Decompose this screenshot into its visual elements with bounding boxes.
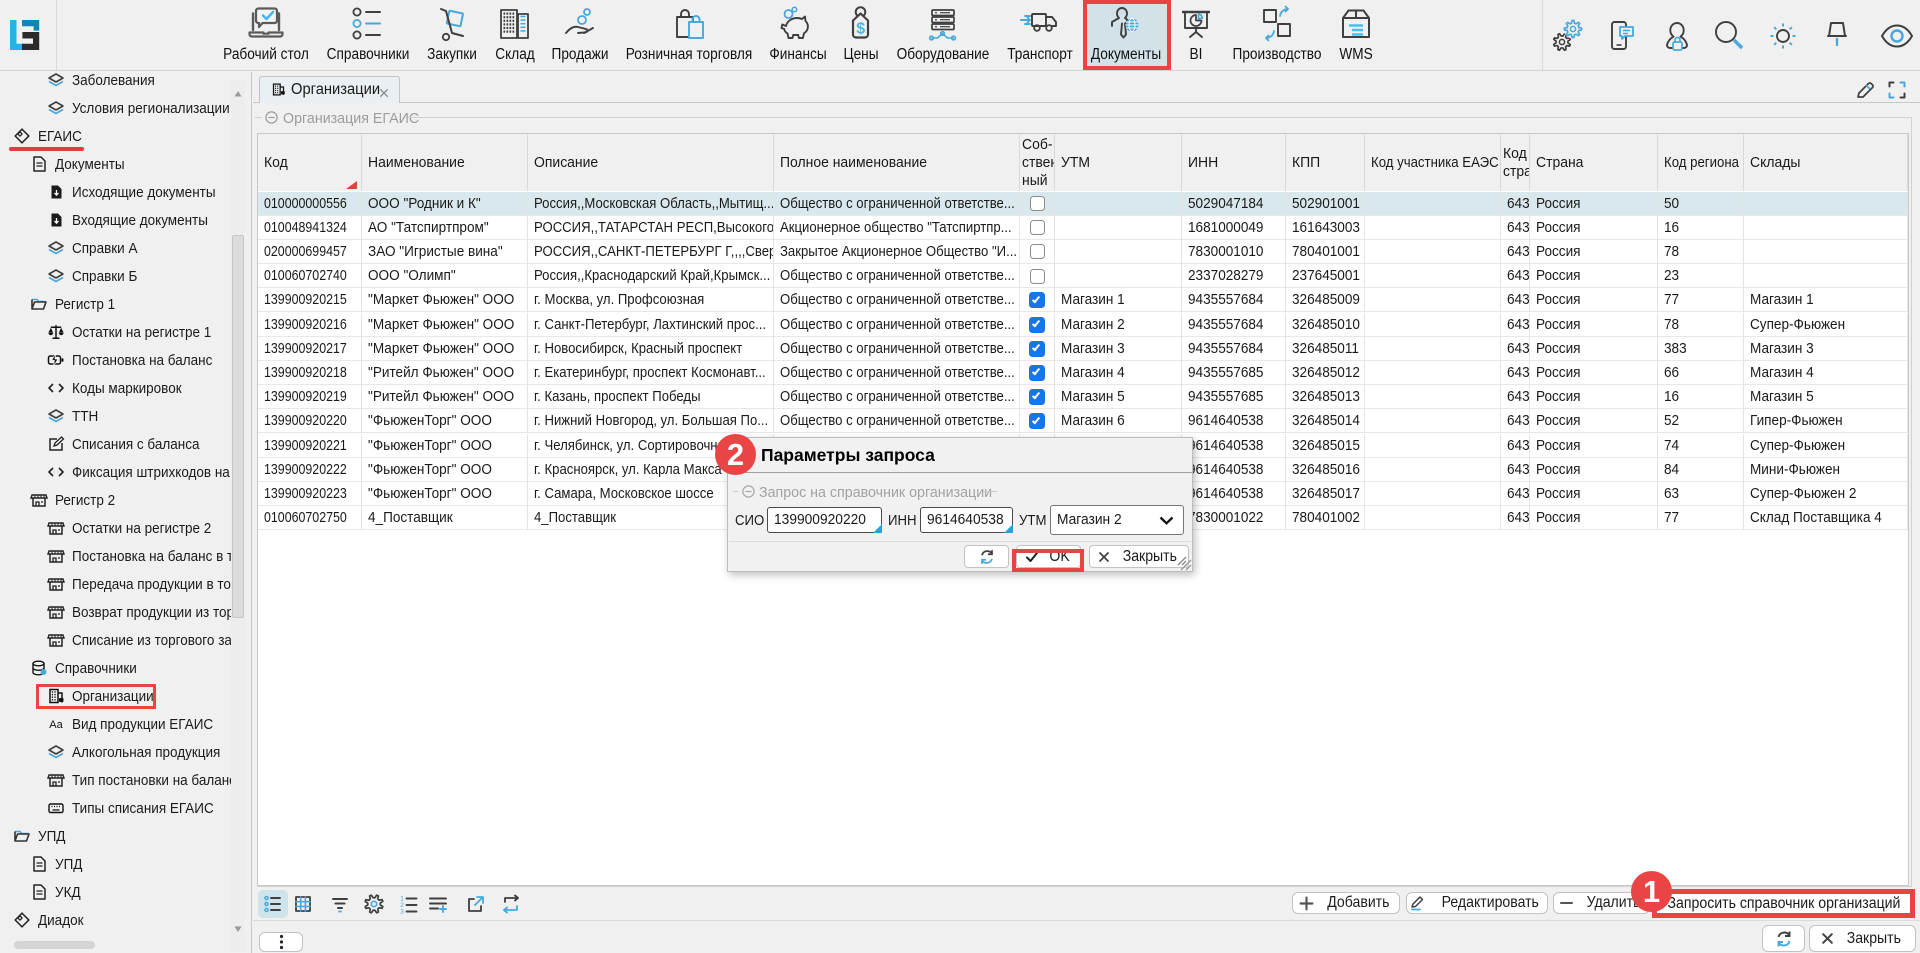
svg-text:3: 3 [400, 909, 404, 916]
svg-text:$: $ [856, 21, 865, 38]
svg-text:Aa: Aa [49, 719, 63, 731]
